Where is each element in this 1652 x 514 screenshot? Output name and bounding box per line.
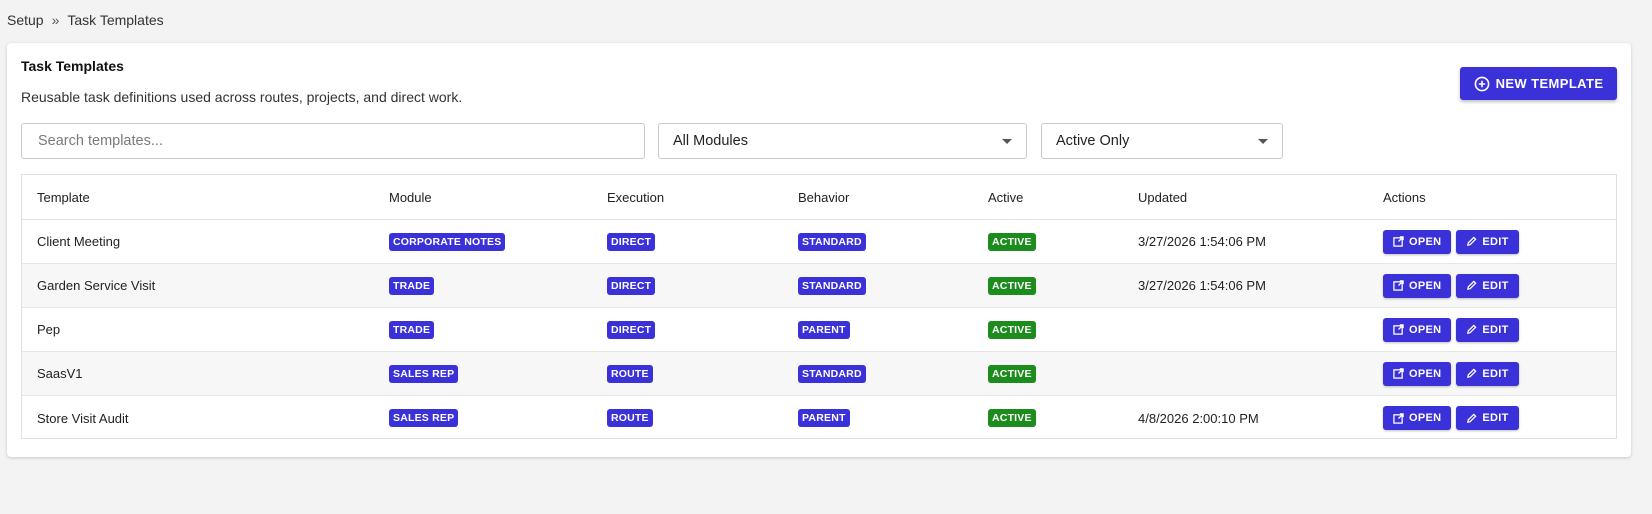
edit-button[interactable]: EDIT (1456, 406, 1519, 430)
edit-label: EDIT (1482, 412, 1509, 424)
pencil-icon (1466, 236, 1477, 247)
external-link-icon (1393, 280, 1404, 291)
open-label: OPEN (1409, 412, 1442, 424)
new-template-label: NEW TEMPLATE (1495, 76, 1604, 91)
edit-button[interactable]: EDIT (1456, 361, 1519, 386)
pencil-icon (1466, 280, 1477, 291)
module-badge: TRADE (389, 276, 435, 295)
template-name: Garden Service Visit (37, 278, 156, 293)
page-title: Task Templates (21, 58, 124, 74)
column-header-execution: Execution (607, 189, 665, 205)
plus-circle-icon (1474, 76, 1490, 92)
breadcrumb: Setup » Task Templates (7, 12, 164, 28)
open-label: OPEN (1409, 367, 1442, 380)
edit-button[interactable]: EDIT (1456, 317, 1519, 342)
module-select[interactable]: All Modules (658, 123, 1027, 159)
external-link-icon (1393, 368, 1404, 379)
table-header: Template Module Execution Behavior Activ… (22, 175, 1616, 220)
edit-label: EDIT (1482, 279, 1509, 292)
pencil-icon (1466, 368, 1477, 379)
task-templates-card: Task Templates Reusable task definitions… (7, 43, 1631, 457)
active-badge: ACTIVE (988, 320, 1036, 339)
pencil-icon (1466, 324, 1477, 335)
execution-badge: DIRECT (607, 320, 656, 339)
column-header-module: Module (389, 189, 432, 205)
caret-down-icon (1258, 138, 1268, 144)
module-badge: CORPORATE NOTES (389, 232, 506, 251)
search-input[interactable] (36, 132, 630, 150)
column-header-actions: Actions (1383, 189, 1426, 205)
table-row: Garden Service Visit TRADE DIRECT STANDARD A… (22, 264, 1616, 308)
behavior-badge: PARENT (798, 320, 850, 339)
external-link-icon (1393, 412, 1404, 424)
module-badge: SALES REP (389, 364, 459, 383)
breadcrumb-setup-link[interactable]: Setup (7, 12, 44, 28)
execution-badge: ROUTE (607, 364, 653, 383)
edit-label: EDIT (1482, 367, 1509, 380)
column-header-updated: Updated (1138, 189, 1188, 205)
external-link-icon (1393, 324, 1404, 335)
updated-timestamp: 4/8/2026 2:00:10 PM (1138, 410, 1259, 426)
active-badge: ACTIVE (988, 276, 1036, 295)
execution-badge: ROUTE (607, 409, 653, 427)
template-name: Store Visit Audit (37, 410, 129, 426)
column-header-behavior: Behavior (798, 189, 850, 205)
template-name: Client Meeting (37, 234, 121, 249)
breadcrumb-current: Task Templates (67, 12, 164, 28)
edit-label: EDIT (1482, 235, 1509, 248)
template-name: SaasV1 (37, 366, 83, 381)
edit-button[interactable]: EDIT (1456, 229, 1519, 254)
column-header-active: Active (988, 189, 1024, 205)
table-row: Pep TRADE DIRECT PARENT ACTIVE OPEN EDIT (22, 308, 1616, 352)
active-badge: ACTIVE (988, 409, 1036, 427)
column-header-template: Template (37, 189, 90, 205)
caret-down-icon (1002, 138, 1012, 144)
open-button[interactable]: OPEN (1383, 361, 1452, 386)
edit-label: EDIT (1482, 323, 1509, 336)
open-label: OPEN (1409, 323, 1442, 336)
behavior-badge: STANDARD (798, 364, 866, 383)
open-button[interactable]: OPEN (1383, 317, 1452, 342)
module-badge: SALES REP (389, 409, 459, 427)
new-template-button[interactable]: NEW TEMPLATE (1460, 67, 1617, 100)
active-badge: ACTIVE (988, 364, 1036, 383)
open-label: OPEN (1409, 279, 1442, 292)
execution-badge: DIRECT (607, 276, 656, 295)
table-row: Client Meeting CORPORATE NOTES DIRECT STAND… (22, 220, 1616, 264)
execution-badge: DIRECT (607, 232, 656, 251)
active-select-value: Active Only (1056, 133, 1130, 149)
template-name: Pep (37, 322, 61, 337)
search-field (21, 123, 645, 159)
templates-table: Template Module Execution Behavior Activ… (21, 174, 1617, 439)
active-badge: ACTIVE (988, 232, 1036, 251)
open-button[interactable]: OPEN (1383, 273, 1452, 298)
updated-timestamp: 3/27/2026 1:54:06 PM (1138, 234, 1266, 249)
active-select[interactable]: Active Only (1041, 123, 1283, 159)
open-button[interactable]: OPEN (1383, 229, 1452, 254)
table-row: SaasV1 SALES REP ROUTE STANDARD ACTIVE OPEN ED… (22, 352, 1616, 396)
open-button[interactable]: OPEN (1383, 406, 1452, 430)
behavior-badge: PARENT (798, 409, 850, 427)
open-label: OPEN (1409, 235, 1442, 248)
external-link-icon (1393, 236, 1404, 247)
module-badge: TRADE (389, 320, 435, 339)
edit-button[interactable]: EDIT (1456, 273, 1519, 298)
behavior-badge: STANDARD (798, 232, 866, 251)
behavior-badge: STANDARD (798, 276, 866, 295)
module-select-value: All Modules (673, 133, 748, 149)
page-description: Reusable task definitions used across ro… (21, 89, 463, 105)
pencil-icon (1466, 412, 1477, 424)
table-body: Client Meeting CORPORATE NOTES DIRECT STAND… (22, 220, 1616, 440)
breadcrumb-separator: » (51, 12, 60, 28)
updated-timestamp: 3/27/2026 1:54:06 PM (1138, 278, 1266, 293)
table-row: Store Visit Audit SALES REP ROUTE PARENT ACT… (22, 396, 1616, 440)
